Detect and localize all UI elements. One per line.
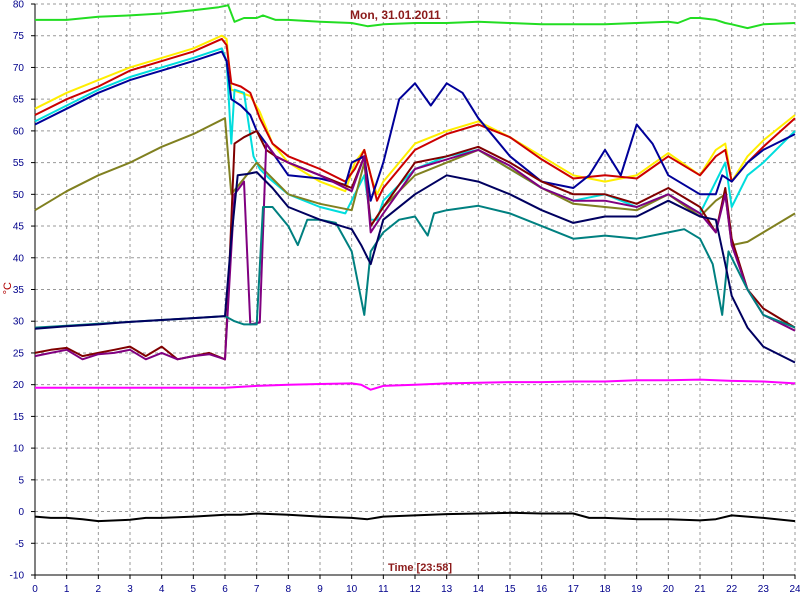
y-tick-label: -5 xyxy=(15,539,24,550)
x-tick-label: 2 xyxy=(96,584,102,595)
y-tick-label: 45 xyxy=(13,222,25,233)
y-tick-label: 60 xyxy=(13,126,25,137)
y-tick-label: 80 xyxy=(13,0,25,11)
y-tick-label: 20 xyxy=(13,380,25,391)
y-tick-label: 35 xyxy=(13,285,25,296)
y-tick-label: 30 xyxy=(13,317,25,328)
x-tick-label: 18 xyxy=(599,584,611,595)
x-tick-label: 21 xyxy=(694,584,706,595)
chart-container: 0 1 2 3 4 5 6 7 8 9 10 11 12 13 14 15 16 17 18 19 20 21 22 23 24… xyxy=(0,0,800,600)
x-tick-label: 19 xyxy=(631,584,643,595)
x-tick-label: 5 xyxy=(191,584,197,595)
x-tick-label: 4 xyxy=(159,584,165,595)
y-axis-unit-label: °C xyxy=(2,282,14,295)
x-tick-label: 9 xyxy=(317,584,323,595)
series-line xyxy=(34,171,796,364)
x-tick-label: 3 xyxy=(127,584,133,595)
y-tick-label: 40 xyxy=(13,253,25,264)
y-tick-label: 5 xyxy=(18,475,24,486)
x-tick-label: 16 xyxy=(536,584,548,595)
y-tick-label: 0 xyxy=(18,507,24,518)
x-tick-label: 6 xyxy=(222,584,228,595)
x-tick-label: 13 xyxy=(441,584,453,595)
y-tick-label: 10 xyxy=(13,444,25,455)
y-tick-label: 15 xyxy=(13,412,25,423)
x-tick-label: 7 xyxy=(254,584,260,595)
x-tick-label: 15 xyxy=(504,584,516,595)
x-tick-label: 11 xyxy=(378,584,389,595)
y-tick-label: 50 xyxy=(13,190,25,201)
line-chart: 0 1 2 3 4 5 6 7 8 9 10 11 12 13 14 15 16 17 18 19 20 21 22 23 24… xyxy=(10,0,800,595)
x-tick-label: 8 xyxy=(286,584,292,595)
x-axis-label: Time [23:58] xyxy=(388,562,452,574)
series-line xyxy=(34,204,796,329)
x-tick-label: 17 xyxy=(568,584,580,595)
x-tick-label: 14 xyxy=(473,584,485,595)
y-tick-label: -10 xyxy=(10,571,25,582)
x-tick-label: 10 xyxy=(346,584,358,595)
chart-title: Mon, 31.01.2011 xyxy=(350,8,441,22)
x-tick-label: 12 xyxy=(409,584,421,595)
y-tick-label: 55 xyxy=(13,158,25,169)
x-tick-label: 0 xyxy=(32,584,38,595)
y-tick-label: 70 xyxy=(13,63,25,74)
y-tick-label: 75 xyxy=(13,31,25,42)
x-tick-label: 22 xyxy=(726,584,738,595)
y-tick-label: 65 xyxy=(13,95,25,106)
x-tick-label: 1 xyxy=(64,584,70,595)
x-tick-label: 20 xyxy=(663,584,675,595)
x-tick-label: 23 xyxy=(758,584,770,595)
x-tick-label: 24 xyxy=(789,584,800,595)
y-tick-label: 25 xyxy=(13,348,25,359)
